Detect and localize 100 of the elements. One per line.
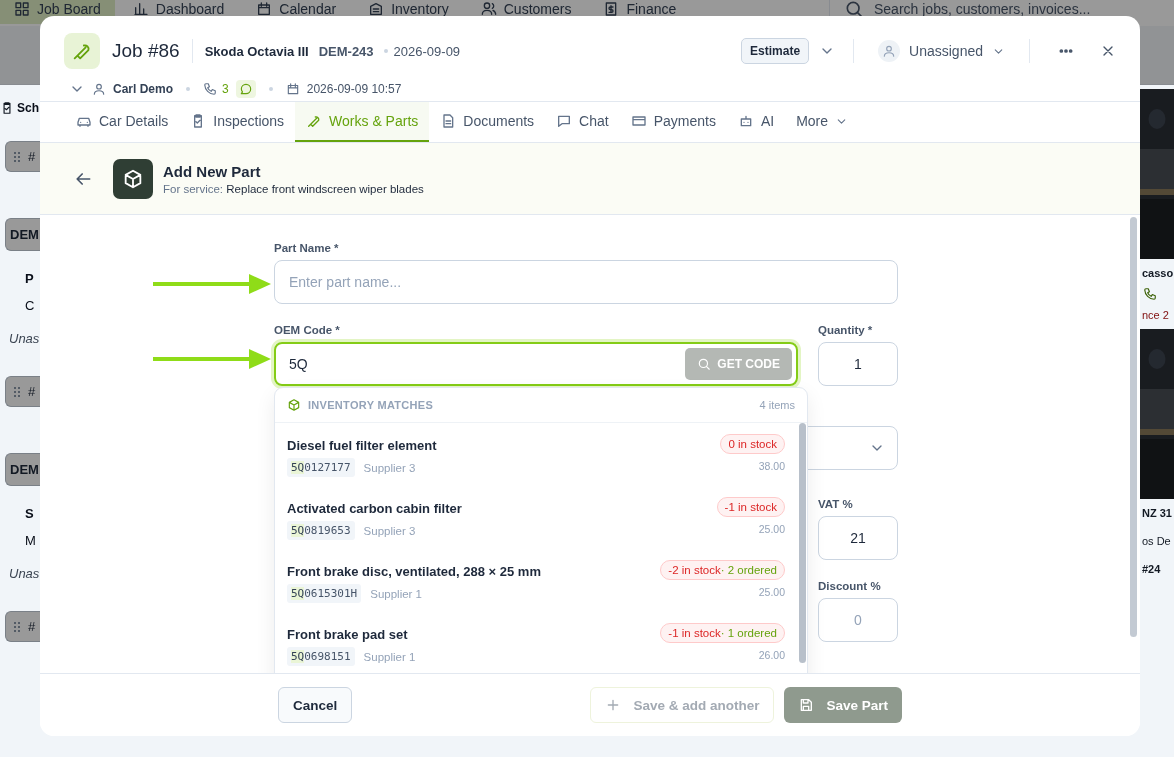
price: 26.00 xyxy=(758,649,785,661)
card-icon xyxy=(630,113,647,129)
supplier-name: Supplier 3 xyxy=(363,461,416,474)
price: 25.00 xyxy=(758,586,785,598)
part-name: Front brake pad set xyxy=(287,627,409,642)
car-name: casso xyxy=(1141,266,1174,281)
tab[interactable]: Payments xyxy=(619,102,727,142)
phone-icon xyxy=(1143,287,1157,301)
car-name: Skoda Octavia III xyxy=(204,43,309,59)
nav-item[interactable]: Calendar xyxy=(242,0,351,24)
search-icon xyxy=(844,0,864,19)
oem-code: 5Q0127177 xyxy=(287,458,355,477)
box-icon xyxy=(113,158,153,199)
search-placeholder: Search jobs, customers, invoices... xyxy=(874,1,1091,17)
grid-icon xyxy=(14,1,30,17)
grip-icon[interactable] xyxy=(14,386,20,397)
toolbar-label: Sch xyxy=(17,101,39,115)
tab[interactable]: More xyxy=(785,102,860,142)
supplier-name: Supplier 1 xyxy=(370,587,423,600)
car-name: P xyxy=(24,270,35,288)
grip-icon[interactable] xyxy=(14,621,20,632)
chat-icon[interactable] xyxy=(235,80,256,98)
quantity-field[interactable]: 1 xyxy=(818,342,898,386)
card-number: # xyxy=(28,619,36,634)
field-label: Part Name * xyxy=(274,242,340,254)
owner-name: C xyxy=(24,297,36,315)
match-item[interactable]: Activated carbon cabin filter 5Q0819653 Supplier 3 -1 in stock 25.00 xyxy=(275,486,793,549)
tab[interactable]: Chat xyxy=(545,102,620,142)
oem-code-field[interactable]: 5Q GET CODE xyxy=(274,342,798,386)
card-number: # xyxy=(28,384,36,399)
oem-code: 5Q0615301H xyxy=(287,584,362,603)
car-name: S xyxy=(24,505,35,523)
oem-code: 5Q0698151 xyxy=(287,647,355,666)
phone-icon xyxy=(203,82,218,96)
customer-name[interactable]: Carl Demo xyxy=(113,82,174,96)
clipboard-icon xyxy=(0,101,14,115)
stock-badge: -1 in stock· 1 ordered xyxy=(660,623,785,643)
part-name-field[interactable]: Enter part name... xyxy=(274,260,898,304)
scrollbar-thumb[interactable] xyxy=(1130,217,1137,637)
match-item[interactable]: Diesel fuel filter element 5Q0127177 Supplier 3 0 in stock 38.00 xyxy=(275,423,793,486)
card-number: #24 xyxy=(1141,562,1162,577)
match-item[interactable]: Front brake disc, ventilated, 288 × 25 mm 5Q0615301H Supplier 1 -2 in stock· 2 ordered 25.00 xyxy=(275,549,793,612)
job-title: Job #86 xyxy=(112,40,180,62)
chat-icon xyxy=(556,113,573,129)
box-icon xyxy=(287,398,301,412)
supplier-name: Supplier 1 xyxy=(363,650,416,663)
nav-item[interactable]: Customers xyxy=(466,0,586,24)
discount-field[interactable]: 0 xyxy=(818,598,898,642)
owner-name: M xyxy=(24,532,37,550)
stock-badge: -2 in stock· 2 ordered xyxy=(660,560,785,580)
item-count: 4 items xyxy=(759,399,795,411)
panel-title: Add New Part xyxy=(163,162,262,180)
plate-number: DEM-243 xyxy=(318,43,374,59)
price: 25.00 xyxy=(758,523,785,535)
car-name: NZ 31 xyxy=(1141,506,1173,521)
field-label: Quantity * xyxy=(818,324,874,336)
avatar-icon xyxy=(878,40,901,62)
person-icon xyxy=(92,82,106,96)
supplier-name: Supplier 3 xyxy=(363,524,416,537)
part-name: Front brake disc, ventilated, 288 × 25 mm xyxy=(287,564,541,579)
field-label: Discount % xyxy=(818,580,882,592)
field-label: VAT % xyxy=(818,498,854,510)
cancel-button[interactable]: Cancel xyxy=(278,687,353,723)
part-name: Diesel fuel filter element xyxy=(287,438,437,453)
tab[interactable]: Car Details xyxy=(65,102,180,142)
due-label: nce 2 xyxy=(1141,308,1170,323)
owner-name: os De xyxy=(1141,534,1172,549)
match-item[interactable]: Front brake pad set 5Q0698151 Supplier 1 -1 in stock· 1 ordered 26.00 xyxy=(275,612,793,673)
service-name: Replace front windscreen wiper blades xyxy=(226,182,424,195)
box-icon xyxy=(368,1,385,17)
plate-label: DEM xyxy=(5,218,40,251)
tab[interactable]: AI xyxy=(726,102,786,142)
status-button[interactable]: Estimate xyxy=(741,38,810,64)
grip-icon[interactable] xyxy=(14,151,20,162)
part-name: Activated carbon cabin filter xyxy=(287,501,462,516)
assignee-dropdown[interactable]: Unassigned xyxy=(872,39,1011,63)
nav-item[interactable]: Dashboard xyxy=(118,0,239,24)
calendar-icon xyxy=(285,82,300,96)
dropdown-title: INVENTORY MATCHES xyxy=(308,399,434,411)
oem-code: 5Q0819653 xyxy=(287,521,355,540)
call-count: 3 xyxy=(222,82,229,96)
nav-item[interactable]: Finance xyxy=(589,0,691,24)
tab[interactable]: Documents xyxy=(429,102,546,142)
search-icon xyxy=(697,357,712,371)
scrollbar-thumb[interactable] xyxy=(799,423,806,663)
tab[interactable]: Inspections xyxy=(179,102,296,142)
stock-badge: 0 in stock xyxy=(720,434,785,454)
created-time: 2026-09-09 10:57 xyxy=(306,82,402,96)
vat-field[interactable]: 21 xyxy=(818,516,898,560)
stock-badge: -1 in stock xyxy=(716,497,785,517)
wrench-icon xyxy=(64,33,100,69)
assignee-label: Unas xyxy=(8,565,40,583)
nav-item[interactable]: Inventory xyxy=(354,0,463,24)
people-icon xyxy=(480,1,497,17)
calendar-icon xyxy=(256,1,273,17)
card-number: # xyxy=(28,149,36,164)
chart-icon xyxy=(132,1,149,17)
plate-label: DEM xyxy=(5,453,40,486)
price: 38.00 xyxy=(758,460,785,472)
job-date: 2026-09-09 xyxy=(393,43,461,59)
